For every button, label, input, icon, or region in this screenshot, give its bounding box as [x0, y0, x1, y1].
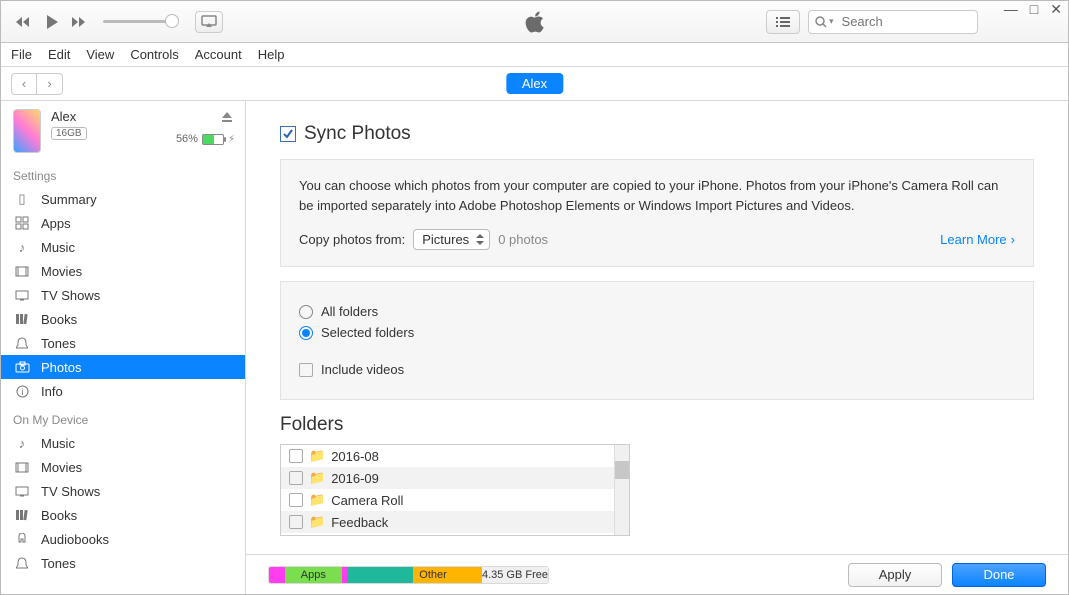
- scrollbar[interactable]: [614, 445, 629, 535]
- books-icon: [13, 313, 31, 325]
- device-thumbnail: [13, 109, 41, 153]
- folder-icon: 📁: [309, 492, 325, 508]
- photo-count: 0 photos: [498, 232, 548, 247]
- menu-controls[interactable]: Controls: [130, 47, 178, 62]
- sidebar-item-summary[interactable]: ▯Summary: [1, 187, 245, 211]
- folder-row[interactable]: 📁2016-08: [281, 445, 629, 467]
- movies-icon: [13, 462, 31, 473]
- music-icon: ♪: [13, 240, 31, 255]
- sync-photos-checkbox[interactable]: [280, 126, 296, 142]
- storage-seg-apps: Apps: [285, 567, 342, 583]
- tv-icon: [13, 289, 31, 301]
- folders-header: Folders: [280, 414, 1034, 436]
- folder-icon: 📁: [309, 514, 325, 530]
- apple-logo-icon: [524, 9, 546, 35]
- ondevice-item-music[interactable]: ♪Music: [1, 431, 245, 455]
- menu-account[interactable]: Account: [195, 47, 242, 62]
- charging-icon: ⚡︎: [228, 134, 235, 145]
- audiobooks-icon: [13, 533, 31, 545]
- ondevice-item-tones[interactable]: Tones: [1, 551, 245, 575]
- books-icon: [13, 509, 31, 521]
- ondevice-item-books[interactable]: Books: [1, 503, 245, 527]
- sync-description: You can choose which photos from your co…: [299, 176, 1015, 215]
- prev-track-button[interactable]: [13, 11, 35, 33]
- storage-seg-other: Other: [413, 567, 482, 583]
- nav-back-button[interactable]: ‹: [11, 73, 37, 95]
- ondevice-item-audiobooks[interactable]: Audiobooks: [1, 527, 245, 551]
- sidebar-item-apps[interactable]: Apps: [1, 211, 245, 235]
- photos-icon: [13, 361, 31, 373]
- maximize-button[interactable]: □: [1030, 1, 1038, 18]
- play-button[interactable]: [39, 9, 65, 35]
- main-content: Sync Photos You can choose which photos …: [246, 101, 1068, 594]
- sidebar-item-photos[interactable]: Photos: [1, 355, 245, 379]
- copy-from-label: Copy photos from:: [299, 232, 405, 247]
- storage-seg-free: 4.35 GB Free: [482, 567, 548, 583]
- storage-bar: Apps Other 4.35 GB Free: [268, 566, 549, 584]
- done-button[interactable]: Done: [952, 563, 1046, 587]
- ondevice-item-tvshows[interactable]: TV Shows: [1, 479, 245, 503]
- movies-icon: [13, 266, 31, 277]
- sidebar-item-tones[interactable]: Tones: [1, 331, 245, 355]
- minimize-button[interactable]: —: [1004, 1, 1018, 18]
- sidebar-header-settings: Settings: [1, 159, 245, 187]
- folder-row[interactable]: 📁2016-09: [281, 467, 629, 489]
- list-view-button[interactable]: [766, 10, 800, 34]
- volume-slider[interactable]: [103, 20, 177, 23]
- chevron-down-icon: ▾: [829, 16, 834, 27]
- close-button[interactable]: ✕: [1050, 1, 1062, 18]
- ondevice-item-movies[interactable]: Movies: [1, 455, 245, 479]
- folder-icon: 📁: [309, 470, 325, 486]
- battery-icon: [202, 134, 224, 145]
- next-track-button[interactable]: [69, 11, 91, 33]
- tones-icon: [13, 337, 31, 350]
- sidebar-item-movies[interactable]: Movies: [1, 259, 245, 283]
- eject-button[interactable]: [221, 111, 233, 123]
- storage-seg-pink: [269, 567, 285, 583]
- folder-row[interactable]: 📁Camera Roll: [281, 489, 629, 511]
- menu-view[interactable]: View: [86, 47, 114, 62]
- folder-selector[interactable]: 📁2016-08 📁2016-09 📁Camera Roll 📁Feedback: [280, 444, 630, 536]
- search-input[interactable]: [840, 13, 960, 30]
- sidebar-item-books[interactable]: Books: [1, 307, 245, 331]
- learn-more-link[interactable]: Learn More›: [940, 232, 1015, 247]
- chevron-right-icon: ›: [1011, 232, 1015, 247]
- sidebar-item-music[interactable]: ♪Music: [1, 235, 245, 259]
- device-tab[interactable]: Alex: [506, 73, 563, 94]
- tones-icon: [13, 557, 31, 570]
- svg-text:i: i: [21, 387, 23, 397]
- folder-icon: 📁: [309, 448, 325, 464]
- folder-row[interactable]: 📁Feedback: [281, 511, 629, 533]
- sidebar: Alex 16GB 56% ⚡︎ Settings ▯Summary Apps …: [1, 101, 246, 594]
- menu-file[interactable]: File: [11, 47, 32, 62]
- menu-help[interactable]: Help: [258, 47, 285, 62]
- menu-edit[interactable]: Edit: [48, 47, 70, 62]
- music-icon: ♪: [13, 436, 31, 451]
- checkbox-include-videos[interactable]: Include videos: [299, 362, 1015, 377]
- device-name: Alex: [51, 109, 233, 124]
- sidebar-item-tvshows[interactable]: TV Shows: [1, 283, 245, 307]
- tv-icon: [13, 485, 31, 497]
- nav-forward-button[interactable]: ›: [37, 73, 63, 95]
- device-summary: Alex 16GB 56% ⚡︎: [1, 109, 245, 159]
- device-icon: ▯: [13, 191, 31, 207]
- search-icon: [815, 16, 827, 28]
- airplay-button[interactable]: [195, 11, 223, 33]
- device-capacity: 16GB: [51, 127, 87, 140]
- apply-button[interactable]: Apply: [848, 563, 942, 587]
- search-field[interactable]: ▾: [808, 10, 978, 34]
- sidebar-item-info[interactable]: iInfo: [1, 379, 245, 403]
- battery-percent: 56%: [176, 133, 198, 145]
- sync-photos-title: Sync Photos: [304, 123, 411, 145]
- sidebar-header-ondevice: On My Device: [1, 403, 245, 431]
- copy-from-dropdown[interactable]: Pictures: [413, 229, 490, 250]
- radio-all-folders[interactable]: All folders: [299, 304, 1015, 319]
- info-icon: i: [13, 385, 31, 398]
- radio-selected-folders[interactable]: Selected folders: [299, 325, 1015, 340]
- apps-icon: [13, 216, 31, 230]
